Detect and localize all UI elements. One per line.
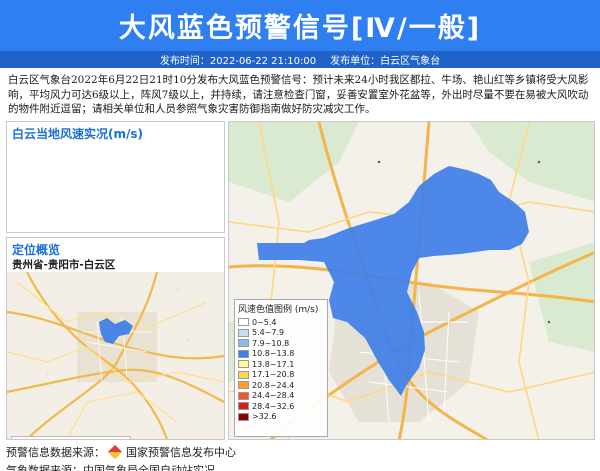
wind-legend-swatch [238, 391, 249, 400]
wind-legend-label: 20.8~24.4 [252, 380, 295, 390]
wind-legend-swatch [238, 412, 249, 421]
wind-legend-item: 10.8~13.8 [238, 349, 324, 360]
wind-legend-swatch [238, 381, 249, 390]
wind-legend-item: >32.6 [238, 412, 324, 423]
title-banner: 大风蓝色预警信号[Ⅳ/一般] [0, 0, 600, 51]
wind-legend-label: 0~5.4 [252, 317, 277, 327]
wind-speed-title: 白云当地风速实况(m/s) [12, 127, 143, 141]
wind-legend-swatch [238, 402, 249, 411]
wind-legend-label: 13.8~17.1 [252, 359, 295, 369]
svg-text:·: · [37, 289, 39, 296]
location-panel: 定位概览 贵州省-贵阳市-白云区 · · · · [6, 237, 225, 440]
wind-speed-legend: 风速色值图例 (m/s) 0~5.4 5.4~7.9 7.9~10.8 10.8~13… [234, 299, 328, 437]
wind-legend-label: 24.4~28.4 [252, 391, 295, 401]
wind-legend-swatch [238, 328, 249, 337]
wind-legend-label: 10.8~13.8 [252, 349, 295, 359]
wind-legend-item: 7.9~10.8 [238, 338, 324, 349]
wind-legend-label: 17.1~20.8 [252, 370, 295, 380]
overview-map-graphic: · · · · [7, 272, 224, 439]
overview-map[interactable]: · · · · 图例 国界 省界 [7, 272, 224, 439]
weather-source: 气象数据来源：中国气象局全国自动站实况 [6, 464, 215, 471]
wind-legend-swatch [238, 339, 249, 348]
wind-legend-swatch [238, 318, 249, 327]
source-name[interactable]: 国家预警信息发布中心 [126, 444, 236, 460]
wind-legend-item: 28.4~32.6 [238, 401, 324, 412]
source-label: 预警信息数据来源： [6, 446, 105, 459]
overview-legend: 图例 国界 省界 [11, 436, 131, 439]
warning-map-panel[interactable]: 风速色值图例 (m/s) 0~5.4 5.4~7.9 7.9~10.8 10.8~13… [228, 121, 595, 440]
wind-legend-item: 17.1~20.8 [238, 370, 324, 381]
wind-legend-item: 5.4~7.9 [238, 328, 324, 339]
wind-legend-title: 风速色值图例 (m/s) [238, 305, 319, 315]
wind-legend-label: >32.6 [252, 412, 277, 422]
wind-legend-swatch [238, 360, 249, 369]
wind-speed-panel: 白云当地风速实况(m/s) [6, 121, 225, 233]
publish-time: 发布时间：2022-06-22 21:10:00 [159, 56, 317, 67]
wind-legend-item: 13.8~17.1 [238, 359, 324, 370]
svg-text:·: · [47, 372, 49, 379]
meta-bar: 发布时间：2022-06-22 21:10:00 发布单位：白云区气象台 [0, 51, 600, 68]
wind-legend-item: 20.8~24.4 [238, 380, 324, 391]
wind-legend-item: 0~5.4 [238, 317, 324, 328]
publisher: 发布单位：白云区气象台 [330, 56, 441, 67]
warning-text: 白云区气象台2022年6月22日21时10分发布大风蓝色预警信号：预计未来24小… [8, 74, 589, 115]
page-title: 大风蓝色预警信号[Ⅳ/一般] [118, 13, 482, 44]
svg-text:·: · [187, 337, 189, 344]
location-region: 贵州省-贵阳市-白云区 [12, 259, 116, 271]
location-title: 定位概览 [12, 243, 61, 257]
wind-legend-label: 28.4~32.6 [252, 401, 295, 411]
wind-legend-swatch [238, 349, 249, 358]
overview-legend-title: 图例 [20, 438, 130, 439]
wind-legend-label: 7.9~10.8 [252, 338, 290, 348]
wind-legend-item: 24.4~28.4 [238, 391, 324, 402]
footer-source: 预警信息数据来源： 国家预警信息发布中心 [6, 444, 236, 460]
warning-center-logo-icon [107, 444, 123, 460]
wind-legend-swatch [238, 370, 249, 379]
wind-legend-label: 5.4~7.9 [252, 328, 285, 338]
svg-text:·: · [177, 287, 179, 294]
